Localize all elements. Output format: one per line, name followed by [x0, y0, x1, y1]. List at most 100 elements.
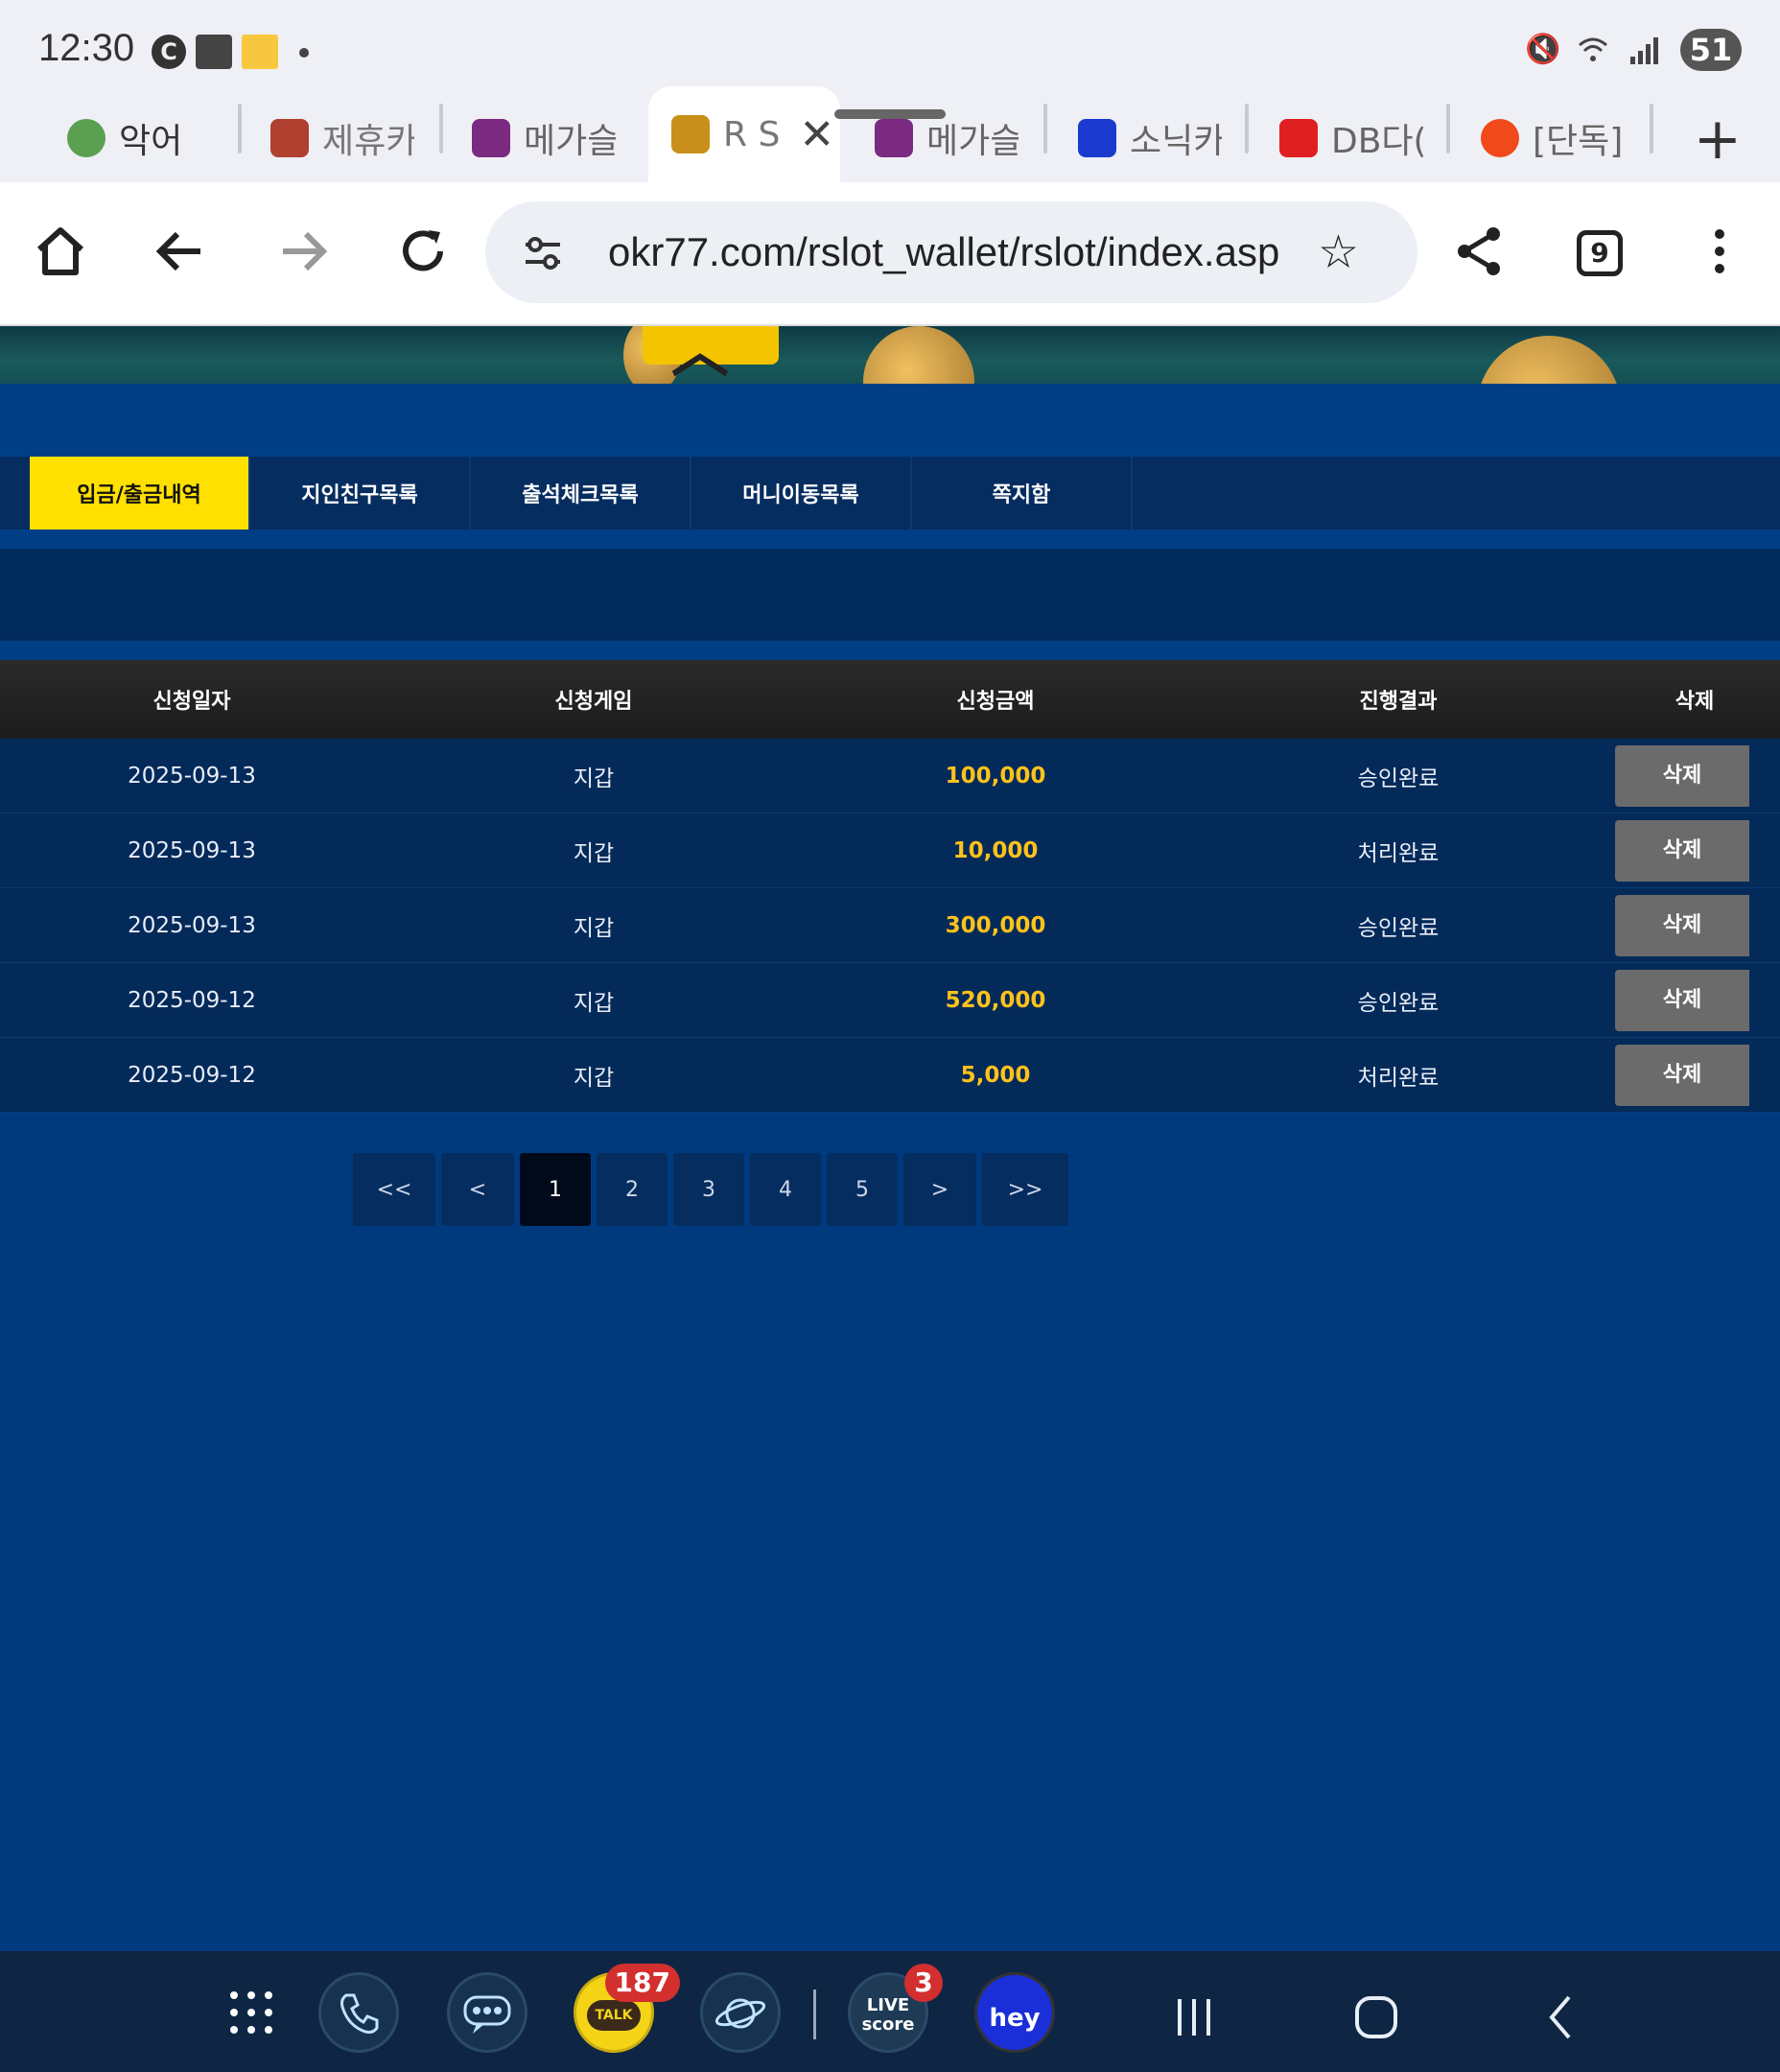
phone-icon[interactable] — [318, 1972, 399, 2053]
delete-button[interactable]: 삭제 — [1615, 1044, 1749, 1106]
n-logo-icon — [1279, 119, 1318, 157]
table-row: 2025-09-12 지갑 5,000 처리완료 삭제 — [0, 1038, 1780, 1113]
cell-date: 2025-09-13 — [128, 837, 256, 863]
page-next-button[interactable]: > — [903, 1153, 976, 1226]
briefcase-icon — [196, 35, 232, 69]
apps-grid-icon[interactable] — [228, 1990, 274, 2036]
cell-amount: 520,000 — [945, 987, 1046, 1013]
delete-button[interactable]: 삭제 — [1615, 894, 1749, 956]
page-prev-button[interactable]: < — [441, 1153, 514, 1226]
header-result: 진행결과 — [1359, 690, 1438, 714]
cell-result: 처리완료 — [1357, 1065, 1440, 1091]
tab-deposit-withdraw[interactable]: 입금/출금내역 — [30, 457, 250, 530]
wifi-icon — [1577, 34, 1609, 66]
back-nav-button[interactable] — [1529, 1984, 1596, 2051]
internet-icon[interactable] — [700, 1972, 781, 2053]
home-nav-button[interactable] — [1343, 1984, 1410, 2051]
drag-handle[interactable] — [834, 109, 946, 119]
dot-icon — [299, 48, 309, 58]
browser-tab-title: 메가슬 — [524, 122, 616, 161]
taskbar-dock: TALK 187 LIVE score 3 hey — [0, 1951, 1780, 2072]
cell-date: 2025-09-13 — [128, 912, 256, 938]
coin-decoration — [1477, 336, 1621, 384]
home-button[interactable] — [29, 223, 92, 286]
history-table: 신청일자 신청게임 신청금액 진행결과 삭제 2025-09-13 지갑 100… — [0, 660, 1780, 1113]
livescore-icon[interactable]: LIVE score 3 — [848, 1964, 943, 2053]
browser-tab[interactable]: 제휴카 — [270, 100, 414, 177]
close-icon[interactable]: ✕ — [799, 110, 834, 159]
page-band — [0, 641, 1780, 660]
browser-tab[interactable]: [단독] — [1481, 100, 1625, 177]
page-button[interactable]: 2 — [597, 1153, 668, 1226]
cell-game: 지갑 — [573, 765, 615, 791]
delete-button[interactable]: 삭제 — [1615, 819, 1749, 882]
cell-date: 2025-09-12 — [128, 1062, 256, 1088]
share-button[interactable] — [1448, 223, 1511, 286]
new-tab-button[interactable]: + — [1694, 106, 1742, 173]
tab-switcher-button[interactable]: 9 — [1577, 230, 1623, 276]
header-amount: 신청금액 — [956, 690, 1035, 714]
share-icon — [1458, 227, 1500, 275]
page-band — [0, 530, 1780, 549]
page-button[interactable]: 5 — [827, 1153, 898, 1226]
browser-tab[interactable]: 악어 — [67, 100, 221, 177]
kakaotalk-icon[interactable]: TALK 187 — [574, 1964, 680, 2053]
cell-result: 승인완료 — [1357, 990, 1440, 1016]
browser-tab[interactable]: 소닉카 — [1078, 100, 1222, 177]
delete-button[interactable]: 삭제 — [1615, 969, 1749, 1031]
delete-button[interactable]: 삭제 — [1615, 744, 1749, 807]
account-menu-tabs: 입금/출금내역 지인친구목록 출석체크목록 머니이동목록 쪽지함 — [0, 457, 1780, 530]
forward-button[interactable] — [270, 223, 334, 286]
m-logo-icon — [472, 119, 510, 157]
c-icon: C — [152, 35, 186, 69]
tab-separator — [1245, 104, 1249, 153]
tab-friends[interactable]: 지인친구목록 — [250, 457, 471, 530]
cell-result: 승인완료 — [1357, 765, 1440, 791]
cell-result: 처리완료 — [1357, 840, 1440, 866]
cell-amount: 300,000 — [945, 912, 1046, 938]
header-game: 신청게임 — [554, 690, 633, 714]
reload-button[interactable] — [391, 223, 455, 286]
notification-badge: 187 — [604, 1964, 680, 2002]
tab-messages[interactable]: 쪽지함 — [912, 457, 1133, 530]
status-time: 12:30 — [38, 27, 135, 69]
url-text[interactable]: okr77.com/rslot_wallet/rslot/index.asp — [608, 229, 1279, 275]
chevron-up-icon: ︿ — [671, 326, 729, 384]
table-row: 2025-09-13 지갑 100,000 승인완료 삭제 — [0, 739, 1780, 813]
home-icon — [36, 227, 84, 275]
browser-tab-title: 소닉카 — [1130, 122, 1222, 161]
site-settings-icon[interactable] — [522, 231, 564, 273]
tab-attendance[interactable]: 출석체크목록 — [471, 457, 691, 530]
s-logo-icon — [1078, 119, 1116, 157]
hey-icon[interactable]: hey — [974, 1972, 1055, 2053]
battery-indicator: 51 — [1680, 29, 1742, 71]
cell-game: 지갑 — [573, 1065, 615, 1091]
browser-tab-title: R S — [723, 114, 781, 154]
pagination: << < 1 2 3 4 5 > >> — [353, 1153, 1068, 1226]
page-button[interactable]: 3 — [673, 1153, 744, 1226]
cell-amount: 5,000 — [960, 1062, 1031, 1088]
browser-tab[interactable]: DB다( — [1279, 100, 1423, 177]
page-first-button[interactable]: << — [353, 1153, 435, 1226]
browser-tab-active[interactable]: R S ✕ — [648, 86, 840, 182]
browser-toolbar: okr77.com/rslot_wallet/rslot/index.asp ☆… — [0, 182, 1780, 326]
bookmark-star-icon[interactable]: ☆ — [1318, 225, 1359, 279]
tab-money-transfer[interactable]: 머니이동목록 — [691, 457, 912, 530]
arrow-right-icon — [283, 231, 328, 271]
notification-badge: 3 — [904, 1964, 943, 2002]
address-bar[interactable]: okr77.com/rslot_wallet/rslot/index.asp ☆ — [485, 201, 1417, 303]
page-last-button[interactable]: >> — [982, 1153, 1068, 1226]
messages-icon[interactable] — [447, 1972, 527, 2053]
cell-date: 2025-09-13 — [128, 763, 256, 789]
back-button[interactable] — [150, 223, 213, 286]
tab-separator — [439, 104, 443, 153]
page-button-current[interactable]: 1 — [520, 1153, 591, 1226]
page-button[interactable]: 4 — [750, 1153, 821, 1226]
browser-tab[interactable]: 메가슬 — [472, 100, 616, 177]
cell-date: 2025-09-12 — [128, 987, 256, 1013]
header-date: 신청일자 — [152, 690, 231, 714]
recent-apps-button[interactable] — [1160, 1984, 1228, 2051]
more-menu-button[interactable] — [1688, 223, 1751, 286]
table-row: 2025-09-13 지갑 300,000 승인완료 삭제 — [0, 888, 1780, 963]
status-bar: 12:30 C 🔇 51 — [0, 0, 1780, 86]
